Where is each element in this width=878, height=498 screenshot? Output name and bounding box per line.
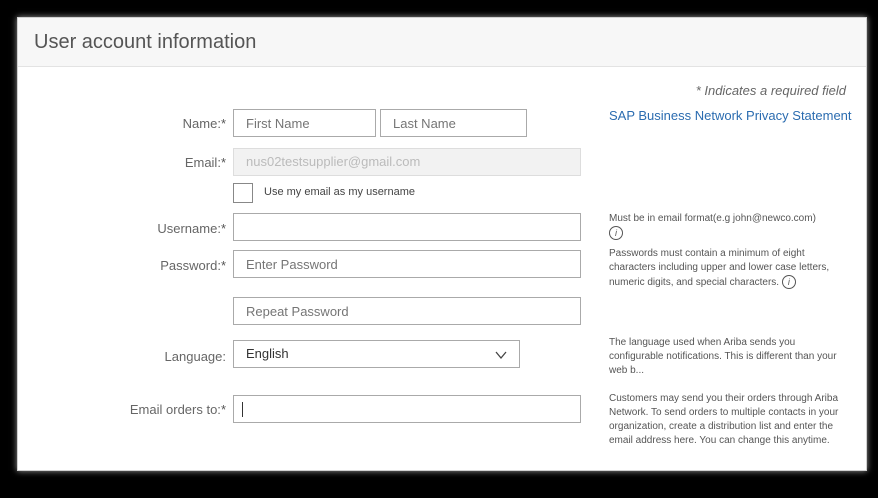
email-label: Email:* bbox=[184, 155, 226, 170]
email-orders-help: Customers may send you their orders thro… bbox=[609, 393, 839, 446]
first-name-input[interactable] bbox=[233, 109, 376, 137]
page-title: User account information bbox=[34, 31, 257, 53]
username-input[interactable] bbox=[233, 213, 581, 241]
name-label: Name:* bbox=[182, 116, 226, 131]
repeat-password-input[interactable] bbox=[233, 297, 581, 325]
email-orders-label: Email orders to:* bbox=[129, 402, 226, 417]
language-select[interactable]: English bbox=[233, 340, 520, 368]
language-label: Language: bbox=[164, 349, 226, 364]
password-help-text: Passwords must contain a minimum of eigh… bbox=[609, 248, 830, 288]
email-field: nus02testsupplier@gmail.com bbox=[233, 148, 581, 176]
info-icon[interactable]: i bbox=[609, 226, 623, 240]
language-help: The language used when Ariba sends you c… bbox=[609, 337, 837, 376]
chevron-down-icon bbox=[495, 351, 507, 360]
password-label: Password:* bbox=[160, 258, 226, 273]
language-select-value: English bbox=[246, 346, 289, 361]
user-account-panel: User account information * Indicates a r… bbox=[17, 17, 867, 471]
email-orders-input[interactable] bbox=[233, 395, 581, 423]
username-label: Username:* bbox=[157, 221, 226, 236]
panel-header: User account information bbox=[18, 18, 866, 67]
required-field-note: * Indicates a required field bbox=[695, 83, 846, 98]
window-frame: User account information * Indicates a r… bbox=[4, 4, 874, 494]
last-name-input[interactable] bbox=[380, 109, 527, 137]
password-help: Passwords must contain a minimum of eigh… bbox=[609, 247, 839, 290]
info-icon[interactable]: i bbox=[781, 275, 796, 289]
use-email-as-username-label: Use my email as my username bbox=[264, 186, 415, 198]
use-email-as-username-checkbox[interactable] bbox=[233, 183, 253, 203]
password-input[interactable] bbox=[233, 250, 581, 278]
text-cursor bbox=[242, 402, 243, 417]
privacy-statement-link[interactable]: SAP Business Network Privacy Statement bbox=[609, 108, 852, 123]
username-help: Must be in email format(e.g john@newco.c… bbox=[609, 212, 839, 241]
username-help-text: Must be in email format(e.g john@newco.c… bbox=[609, 213, 816, 224]
